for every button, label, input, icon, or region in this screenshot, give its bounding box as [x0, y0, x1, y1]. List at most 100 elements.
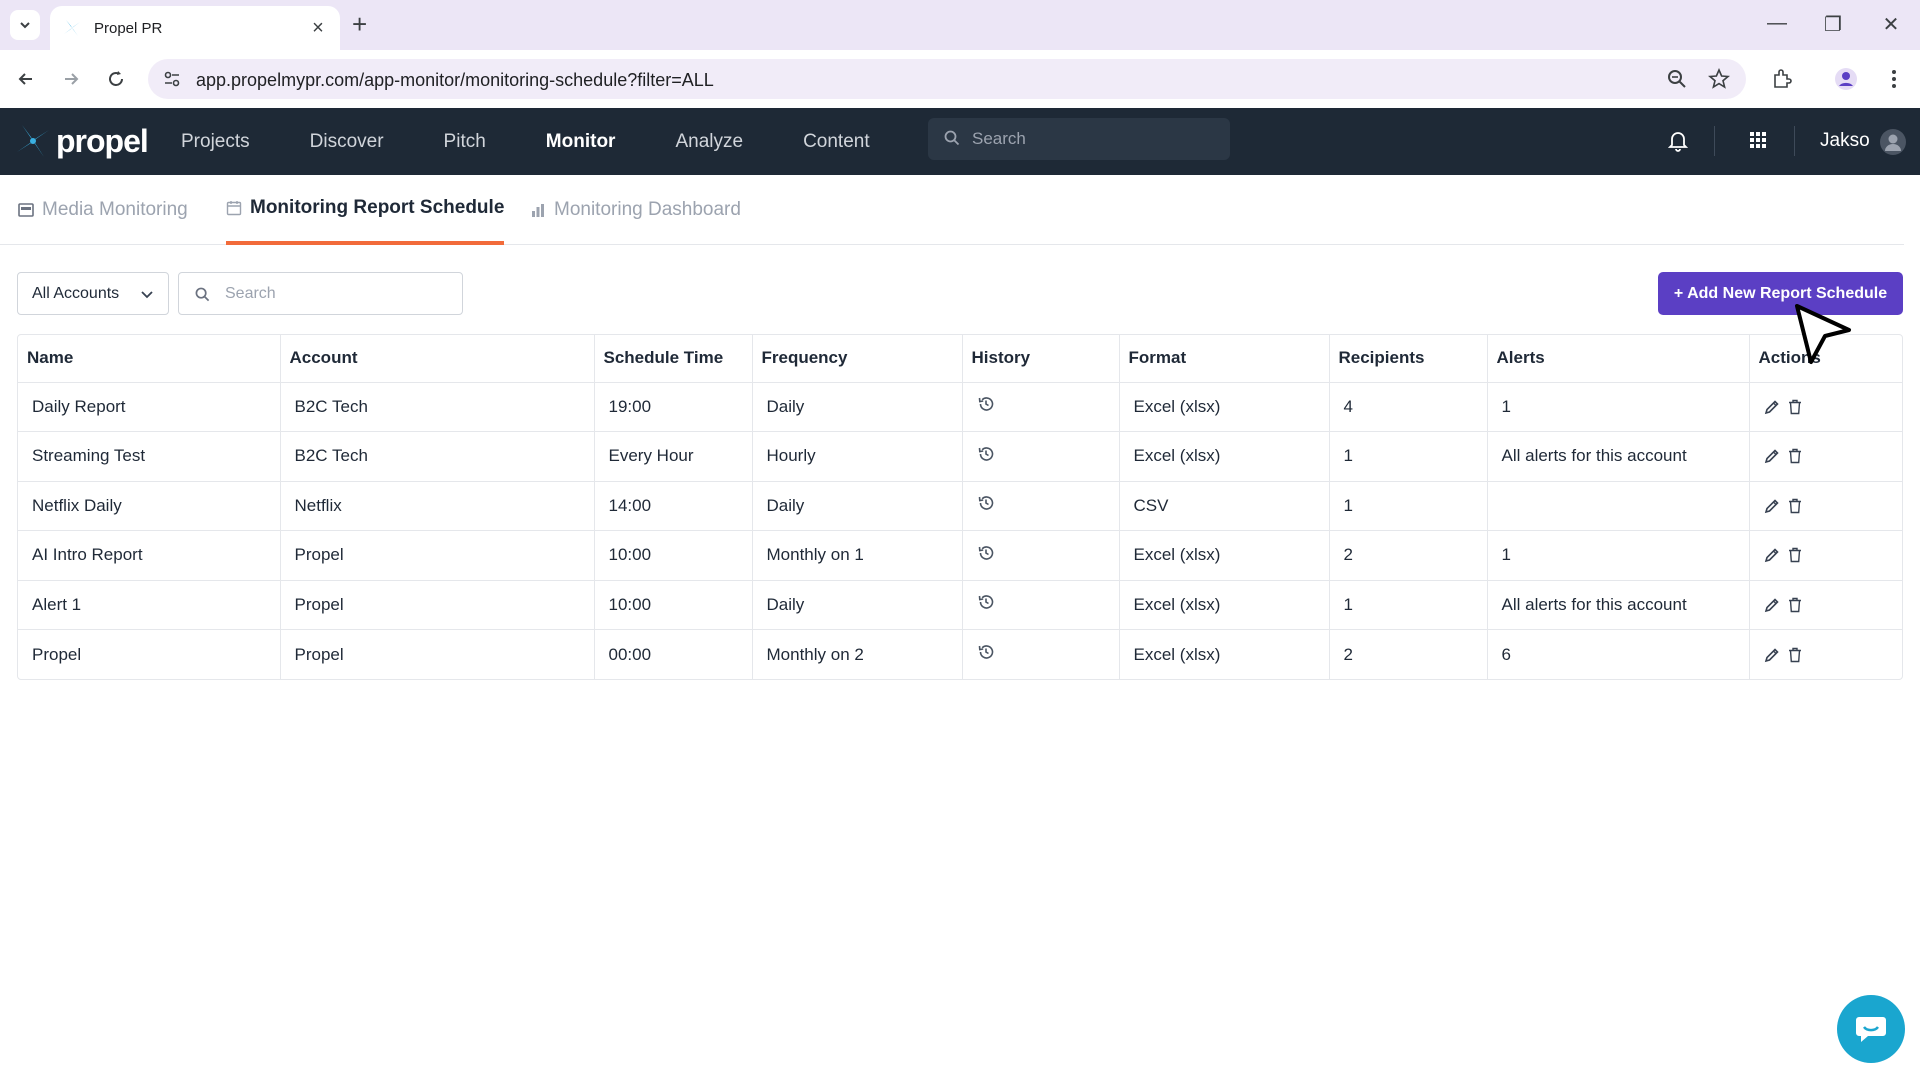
- tab-search-button[interactable]: [10, 10, 40, 40]
- user-avatar[interactable]: [1880, 129, 1906, 155]
- edit-icon[interactable]: [1764, 547, 1780, 563]
- cell-actions: [1749, 382, 1902, 432]
- username[interactable]: Jakso: [1820, 130, 1870, 152]
- global-search-input[interactable]: [972, 118, 1222, 160]
- schedule-search-input[interactable]: [225, 273, 455, 314]
- forward-icon[interactable]: [57, 65, 85, 93]
- history-icon[interactable]: [977, 494, 995, 512]
- zoom-icon[interactable]: [1666, 68, 1688, 90]
- add-new-report-schedule-button[interactable]: + Add New Report Schedule: [1658, 272, 1903, 315]
- cell-schedule-time: 10:00: [594, 580, 753, 630]
- nav-projects[interactable]: Projects: [181, 131, 250, 153]
- browser-toolbar: app.propelmypr.com/app-monitor/monitorin…: [0, 50, 1920, 108]
- cell-frequency: Hourly: [752, 431, 963, 482]
- cell-account: Netflix: [280, 481, 595, 531]
- profile-icon[interactable]: [1834, 67, 1858, 91]
- user-icon: [1885, 134, 1901, 151]
- close-window-icon[interactable]: ✕: [1876, 12, 1906, 37]
- history-icon[interactable]: [977, 445, 995, 463]
- minimize-icon[interactable]: —: [1762, 12, 1792, 35]
- tab-monitoring-dashboard[interactable]: Monitoring Dashboard: [530, 175, 741, 245]
- table-row: Alert 1 Propel 10:00 Daily Excel (xlsx) 1 All …: [18, 580, 1902, 630]
- browser-tabstrip: Propel PR × + — ❐ ✕: [0, 0, 1920, 50]
- column-header-account[interactable]: Account: [280, 335, 595, 383]
- column-header-name[interactable]: Name: [18, 335, 281, 383]
- edit-icon[interactable]: [1764, 448, 1780, 464]
- header-divider: [1794, 126, 1795, 156]
- header-divider: [1714, 126, 1715, 156]
- delete-icon[interactable]: [1788, 399, 1802, 415]
- back-icon[interactable]: [12, 65, 40, 93]
- new-tab-button[interactable]: +: [352, 11, 367, 37]
- delete-icon[interactable]: [1788, 448, 1802, 464]
- delete-icon[interactable]: [1788, 547, 1802, 563]
- bookmark-star-icon[interactable]: [1708, 68, 1730, 90]
- notification-bell-icon[interactable]: [1668, 130, 1688, 152]
- tab-monitoring-report-schedule[interactable]: Monitoring Report Schedule: [226, 175, 505, 245]
- cell-actions: [1749, 431, 1902, 482]
- delete-icon[interactable]: [1788, 498, 1802, 514]
- nav-discover[interactable]: Discover: [310, 131, 384, 153]
- cell-alerts: [1487, 481, 1750, 531]
- chat-bubble-icon: [1856, 1017, 1886, 1042]
- browser-menu-icon[interactable]: [1882, 67, 1906, 91]
- monitor-subtabs: Media Monitoring Monitoring Report Sched…: [0, 175, 1904, 245]
- browser-tab[interactable]: Propel PR ×: [50, 6, 340, 50]
- cell-schedule-time: 10:00: [594, 530, 753, 581]
- edit-icon[interactable]: [1764, 399, 1780, 415]
- history-icon[interactable]: [977, 593, 995, 611]
- history-icon[interactable]: [977, 643, 995, 661]
- account-filter-select[interactable]: All Accounts: [17, 272, 169, 315]
- cell-name: Propel: [18, 629, 281, 679]
- history-icon[interactable]: [977, 395, 995, 413]
- cell-format: Excel (xlsx): [1119, 580, 1330, 630]
- column-header-frequency[interactable]: Frequency: [752, 335, 963, 383]
- cell-frequency: Monthly on 2: [752, 629, 963, 679]
- cell-account: B2C Tech: [280, 382, 595, 432]
- cell-history: [962, 530, 1120, 581]
- nav-content[interactable]: Content: [803, 131, 870, 153]
- tab-media-monitoring[interactable]: Media Monitoring: [18, 175, 188, 245]
- cell-history: [962, 382, 1120, 432]
- delete-icon[interactable]: [1788, 647, 1802, 663]
- delete-icon[interactable]: [1788, 597, 1802, 613]
- table-row: AI Intro Report Propel 10:00 Monthly on 1 Ex…: [18, 530, 1902, 581]
- app-header: propel Projects Discover Pitch Monitor A…: [0, 108, 1920, 175]
- cell-schedule-time: 14:00: [594, 481, 753, 531]
- table-row: Daily Report B2C Tech 19:00 Daily Excel (xls…: [18, 382, 1902, 432]
- cell-recipients: 1: [1329, 580, 1488, 630]
- extensions-icon[interactable]: [1770, 67, 1794, 91]
- column-header-schedule-time[interactable]: Schedule Time: [594, 335, 753, 383]
- nav-pitch[interactable]: Pitch: [444, 131, 486, 153]
- calendar-icon: [226, 201, 242, 216]
- chevron-down-icon: [20, 22, 30, 29]
- restore-icon[interactable]: ❐: [1818, 12, 1848, 37]
- address-bar[interactable]: app.propelmypr.com/app-monitor/monitorin…: [148, 59, 1746, 99]
- propel-logo[interactable]: propel: [14, 122, 149, 160]
- nav-analyze[interactable]: Analyze: [675, 131, 743, 153]
- cell-actions: [1749, 481, 1902, 531]
- reload-icon[interactable]: [102, 65, 130, 93]
- logo-text: propel: [56, 122, 149, 159]
- cell-schedule-time: 00:00: [594, 629, 753, 679]
- cell-schedule-time: Every Hour: [594, 431, 753, 482]
- history-icon[interactable]: [977, 544, 995, 562]
- edit-icon[interactable]: [1764, 647, 1780, 663]
- url-text: app.propelmypr.com/app-monitor/monitorin…: [196, 70, 714, 90]
- apps-grid-icon[interactable]: [1748, 130, 1768, 150]
- column-header-recipients[interactable]: Recipients: [1329, 335, 1488, 383]
- column-header-format[interactable]: Format: [1119, 335, 1330, 383]
- cell-name: Daily Report: [18, 382, 281, 432]
- cell-history: [962, 431, 1120, 482]
- bar-chart-icon: [532, 204, 544, 217]
- schedule-search: [178, 272, 463, 315]
- column-header-alerts[interactable]: Alerts: [1487, 335, 1750, 383]
- close-tab-icon[interactable]: ×: [308, 17, 328, 40]
- nav-monitor[interactable]: Monitor: [546, 131, 616, 153]
- edit-icon[interactable]: [1764, 498, 1780, 514]
- cell-format: Excel (xlsx): [1119, 530, 1330, 581]
- cell-name: Netflix Daily: [18, 481, 281, 531]
- chat-widget-button[interactable]: [1837, 995, 1905, 1063]
- edit-icon[interactable]: [1764, 597, 1780, 613]
- cell-alerts: All alerts for this account: [1487, 580, 1750, 630]
